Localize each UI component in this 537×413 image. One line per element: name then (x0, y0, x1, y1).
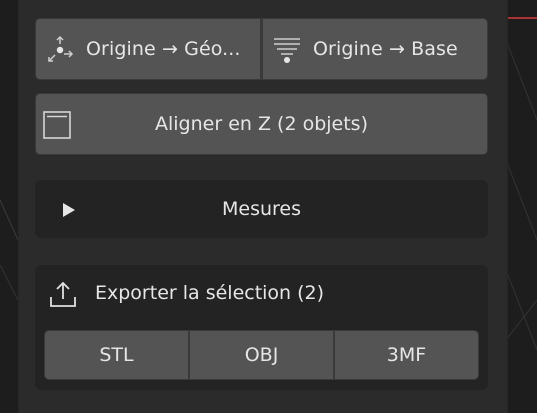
origin-to-base-button[interactable]: Origine → Base (261, 18, 488, 80)
measures-section-header[interactable]: Mesures (35, 180, 488, 238)
align-z-label: Aligner en Z (2 objets) (155, 113, 368, 135)
origin-to-geometry-label: Origine → Géo... (86, 38, 241, 60)
export-format-group: STL OBJ 3MF (44, 330, 479, 380)
align-window-icon (43, 111, 71, 139)
export-section-title: Exporter la sélection (2) (95, 282, 325, 304)
tools-panel: Origine → Géo... Origine → Base Aligner … (18, 0, 508, 413)
origin-to-geometry-icon (44, 33, 76, 65)
export-section-header[interactable]: Exporter la sélection (2) (35, 265, 488, 325)
expand-triangle-icon[interactable] (62, 202, 76, 218)
origin-to-geometry-button[interactable]: Origine → Géo... (35, 18, 261, 80)
export-obj-button[interactable]: OBJ (190, 331, 335, 379)
export-upload-icon (47, 279, 79, 311)
measures-section-title: Mesures (221, 198, 301, 220)
export-3mf-button[interactable]: 3MF (335, 331, 478, 379)
origin-to-base-label: Origine → Base (313, 38, 458, 60)
export-section: Exporter la sélection (2) STL OBJ 3MF (35, 265, 488, 390)
export-stl-button[interactable]: STL (45, 331, 190, 379)
align-z-button[interactable]: Aligner en Z (2 objets) (35, 93, 488, 155)
origin-to-base-icon (271, 33, 303, 65)
